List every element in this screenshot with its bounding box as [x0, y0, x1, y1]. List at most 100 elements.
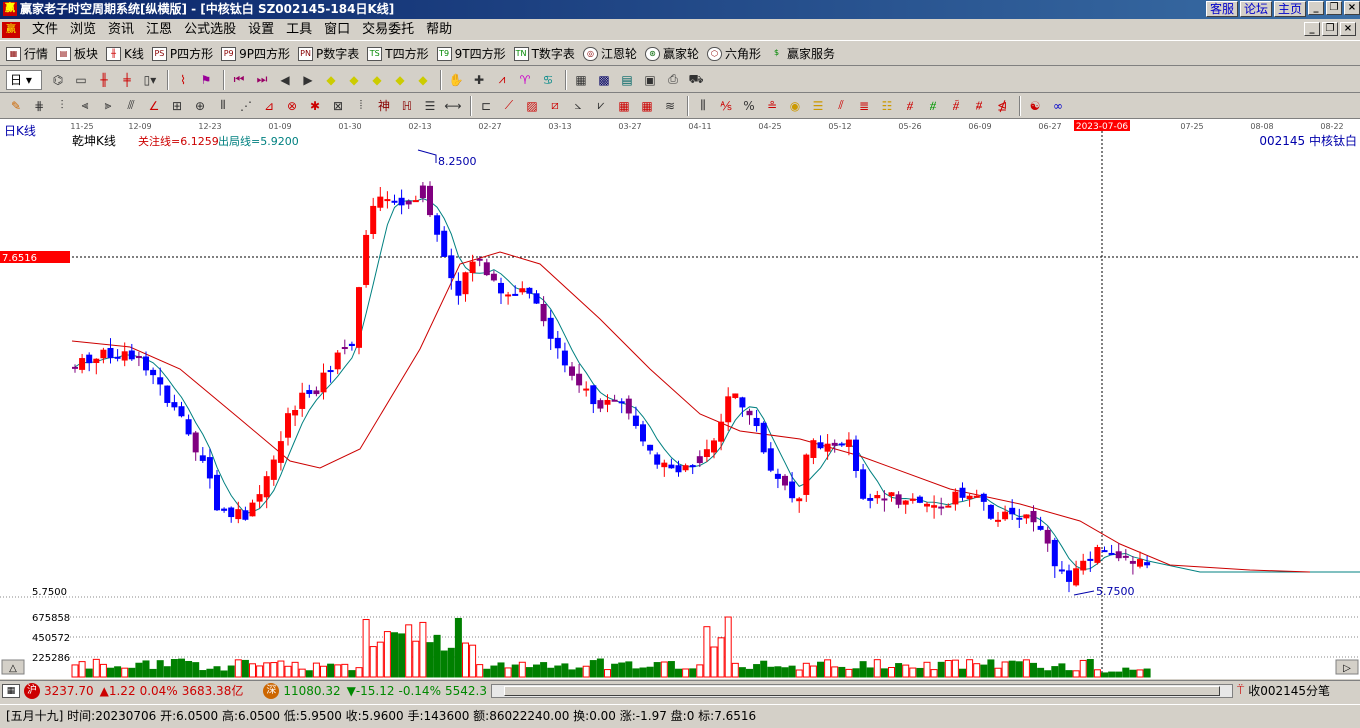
diamond1-icon[interactable]: ◆ [321, 70, 341, 90]
indicator-icon[interactable]: ⌇ [173, 70, 193, 90]
cross-grid-icon[interactable]: ⊠ [328, 96, 348, 116]
circle-grid-icon[interactable]: ⊕ [190, 96, 210, 116]
menu-info[interactable]: 资讯 [102, 20, 140, 40]
percent-icon[interactable]: % [739, 96, 759, 116]
gann-fan1-icon[interactable]: ⫶ [52, 96, 72, 116]
toolbar-quotes[interactable]: ▦ 行情 [6, 45, 48, 62]
diamond3-icon[interactable]: ◆ [367, 70, 387, 90]
pen-icon[interactable]: ✎ [6, 96, 26, 116]
toolbar-t-square[interactable]: TS T四方形 [367, 45, 429, 62]
save-icon[interactable]: ▣ [640, 70, 660, 90]
pct-lines-icon[interactable]: ≗ [762, 96, 782, 116]
pattern-icon[interactable]: ♈ [515, 70, 535, 90]
ratio-icon[interactable]: ⅍ [716, 96, 736, 116]
speed-icon[interactable]: ⧄ [545, 96, 565, 116]
box-grid2-icon[interactable]: ▦ [637, 96, 657, 116]
fib-lines-icon[interactable]: ≣ [854, 96, 874, 116]
first-icon[interactable]: ⏮ [229, 70, 249, 90]
menu-settings[interactable]: 设置 [242, 20, 280, 40]
zig-icon[interactable]: ⩗ [591, 96, 611, 116]
book-icon[interactable]: ▭ [71, 70, 91, 90]
angle-lines4-icon[interactable]: ⧥ [969, 96, 989, 116]
gold-bars-icon[interactable]: ☷ [877, 96, 897, 116]
calc-icon[interactable]: ▩ [594, 70, 614, 90]
menu-window[interactable]: 窗口 [318, 20, 356, 40]
toolbar-p-square[interactable]: PS P四方形 [151, 45, 213, 62]
scroll-thumb[interactable] [503, 685, 1220, 696]
menu-help[interactable]: 帮助 [420, 20, 458, 40]
line-type-icon[interactable]: ▯▾ [140, 70, 160, 90]
hand-icon[interactable]: ✋ [446, 70, 466, 90]
crosshair-icon[interactable]: ✚ [469, 70, 489, 90]
prev-icon[interactable]: ◀ [275, 70, 295, 90]
period-select[interactable]: 日 ▾ [6, 69, 42, 90]
toolbar-t-table[interactable]: TN T数字表 [513, 45, 575, 62]
star-icon[interactable]: ✱ [305, 96, 325, 116]
vert-lines-icon[interactable]: ⦀ [213, 96, 233, 116]
bars-icon[interactable]: ☰ [420, 96, 440, 116]
homepage-button[interactable]: 主页 [1273, 1, 1306, 17]
kline-chart-area[interactable]: 11-25 12-09 12-23 01-09 01-30 02-13 02-27 03-13… [0, 119, 1360, 679]
menu-tools[interactable]: 工具 [280, 20, 318, 40]
menu-logo-icon[interactable]: 赢 [2, 21, 20, 38]
menu-formula[interactable]: 公式选股 [178, 20, 242, 40]
service-button[interactable]: 客服 [1205, 1, 1238, 17]
menu-trade[interactable]: 交易委托 [356, 20, 420, 40]
infinity-icon[interactable]: ∞ [1048, 96, 1068, 116]
fan-icon[interactable]: ⦣ [568, 96, 588, 116]
triangle-icon[interactable]: ⊿ [259, 96, 279, 116]
grid-lines-icon[interactable]: ⋕ [29, 96, 49, 116]
angle-lines2-icon[interactable]: ⧣ [923, 96, 943, 116]
toolbar-9p-square[interactable]: P9 9P四方形 [221, 45, 290, 62]
angle-lines5-icon[interactable]: ⋬ [992, 96, 1012, 116]
gold-lines-icon[interactable]: ☰ [808, 96, 828, 116]
fib-icon[interactable]: ⫼ [693, 96, 713, 116]
toolbar-gann-wheel[interactable]: ◎ 江恩轮 [582, 45, 637, 62]
cycle-icon[interactable]: ⦙ [351, 96, 371, 116]
period-icon[interactable]: ℍ [397, 96, 417, 116]
restore-icon[interactable]: ❐ [1326, 1, 1342, 15]
hash-icon[interactable]: ⋰ [236, 96, 256, 116]
horizontal-scrollbar[interactable] [490, 683, 1233, 698]
toolbar-service[interactable]: $ 赢家服务 [769, 45, 835, 62]
angle-icon[interactable]: ∠ [144, 96, 164, 116]
zigzag-icon[interactable]: ⩘ [492, 70, 512, 90]
trend-icon[interactable]: ⟋ [499, 96, 519, 116]
diamond5-icon[interactable]: ◆ [413, 70, 433, 90]
target-icon[interactable]: ⊗ [282, 96, 302, 116]
angle-lines-icon[interactable]: ⧣ [900, 96, 920, 116]
qq-icon[interactable]: ⌬ [48, 70, 68, 90]
vline-icon[interactable]: ⊏ [476, 96, 496, 116]
divine-icon[interactable]: 神 [374, 96, 394, 116]
diamond4-icon[interactable]: ◆ [390, 70, 410, 90]
menu-browse[interactable]: 浏览 [64, 20, 102, 40]
toolbar-blocks[interactable]: ▤ 板块 [56, 45, 98, 62]
box-grid-icon[interactable]: ▦ [614, 96, 634, 116]
mdi-minimize-icon[interactable]: _ [1304, 22, 1320, 36]
toolbar-hexagon[interactable]: ⬡ 六角形 [706, 45, 761, 62]
forum-button[interactable]: 论坛 [1239, 1, 1272, 17]
candle-icon[interactable]: ╫ [94, 70, 114, 90]
minimize-icon[interactable]: _ [1308, 1, 1324, 15]
menu-gann[interactable]: 江恩 [140, 20, 178, 40]
angle-lines3-icon[interactable]: ⧤ [946, 96, 966, 116]
mdi-close-icon[interactable]: × [1340, 22, 1356, 36]
table-icon[interactable]: ▤ [617, 70, 637, 90]
diamond2-icon[interactable]: ◆ [344, 70, 364, 90]
square-grid-icon[interactable]: ⊞ [167, 96, 187, 116]
grid-icon[interactable]: ▦ [2, 683, 20, 698]
calendar-icon[interactable]: ▦ [571, 70, 591, 90]
print-icon[interactable]: ⎙ [663, 70, 683, 90]
truck-icon[interactable]: ⛟ [686, 70, 706, 90]
flag-icon[interactable]: ⚑ [196, 70, 216, 90]
channel-icon[interactable]: ▨ [522, 96, 542, 116]
range-icon[interactable]: ⟷ [443, 96, 463, 116]
bar-icon[interactable]: ╪ [117, 70, 137, 90]
last-icon[interactable]: ⏭ [252, 70, 272, 90]
gold-icon[interactable]: ◉ [785, 96, 805, 116]
next-icon[interactable]: ▶ [298, 70, 318, 90]
kline-chart[interactable]: 11-25 12-09 12-23 01-09 01-30 02-13 02-27 03-13… [0, 119, 1360, 679]
yinyang-icon[interactable]: ☯ [1025, 96, 1045, 116]
mdi-restore-icon[interactable]: ❐ [1322, 22, 1338, 36]
chart-type-icon[interactable]: ♋ [538, 70, 558, 90]
